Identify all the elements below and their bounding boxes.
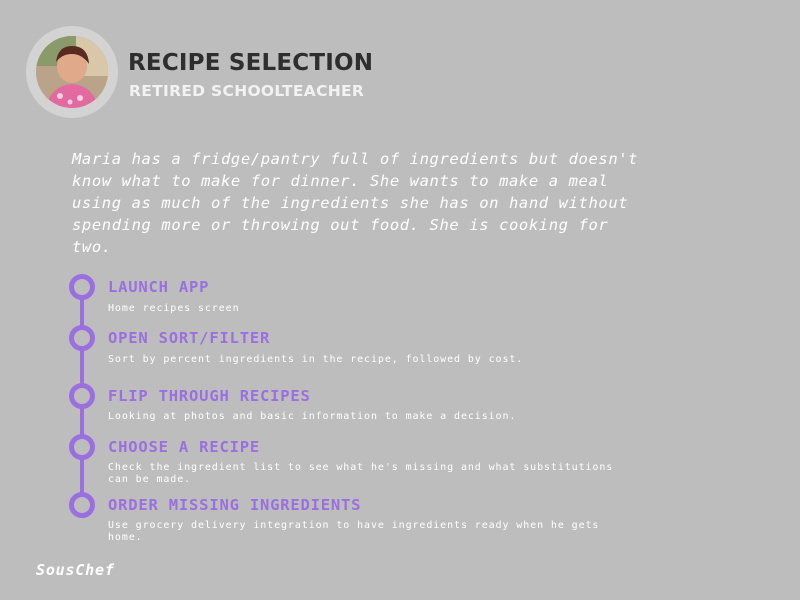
step-description: Check the ingredient list to see what he… [108,462,614,485]
step-title-flip-through-recipes: FLIP THROUGH RECIPES [108,387,311,405]
step-title-choose-a-recipe: CHOOSE A RECIPE [108,438,260,456]
step-title-order-missing-ingredients: ORDER MISSING INGREDIENTS [108,496,362,514]
step-description: Looking at photos and basic information … [108,411,517,422]
journey-timeline: LAUNCH APP Home recipes screen OPEN SORT… [0,0,800,600]
step-node-icon [69,492,95,518]
step-title-open-sort-filter: OPEN SORT/FILTER [108,329,271,347]
step-description: Home recipes screen [108,303,240,314]
brand-logo: SousChef [36,561,115,579]
step-node-icon [69,325,95,351]
step-description: Use grocery delivery integration to have… [108,520,600,543]
step-node-icon [69,274,95,300]
step-node-icon [69,434,95,460]
step-title-launch-app: LAUNCH APP [108,278,210,296]
step-description: Sort by percent ingredients in the recip… [108,354,524,365]
step-node-icon [69,383,95,409]
